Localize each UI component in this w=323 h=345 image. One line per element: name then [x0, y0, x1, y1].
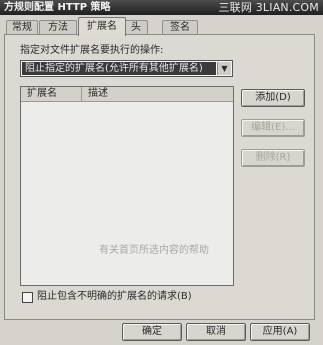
ok-button[interactable]: 确定	[122, 323, 182, 341]
tab-methods[interactable]: 方法	[39, 20, 77, 35]
column-header-extension[interactable]: 扩展名	[21, 87, 82, 101]
site-watermark: 三联网 3LIAN.COM	[218, 1, 319, 14]
extensions-list[interactable]: 扩展名 描述 有关首页所选内容的帮助	[20, 86, 234, 286]
add-button[interactable]: 添加(D)	[241, 89, 305, 107]
title-bar: 方规则配置 HTTP 策略 三联网 3LIAN.COM	[0, 0, 323, 15]
extension-action-dropdown[interactable]: 阻止指定的扩展名(允许所有其他扩展名) ▼	[20, 60, 233, 77]
column-header-description[interactable]: 描述	[82, 87, 228, 101]
tab-general[interactable]: 常规	[6, 20, 38, 35]
chevron-down-icon[interactable]: ▼	[217, 62, 231, 75]
instruction-text: 指定对文件扩展名要执行的操作:	[20, 45, 164, 56]
tab-headers[interactable]: 头	[124, 20, 148, 35]
block-ambiguous-checkbox[interactable]	[22, 292, 33, 303]
dropdown-selected-value: 阻止指定的扩展名(允许所有其他扩展名)	[22, 62, 216, 75]
edit-button[interactable]: 编辑(E)...	[241, 119, 305, 137]
tab-extensions[interactable]: 扩展名	[78, 17, 126, 36]
tab-signatures[interactable]: 签名	[162, 20, 198, 35]
list-header: 扩展名 描述	[21, 87, 233, 102]
delete-button[interactable]: 删除(R)	[241, 149, 305, 167]
list-ghost-text: 有关首页所选内容的帮助	[99, 245, 209, 256]
cancel-button[interactable]: 取消	[186, 323, 246, 341]
window-title: 方规则配置 HTTP 策略	[4, 2, 111, 13]
block-ambiguous-label: 阻止包含不明确的扩展名的请求(B)	[37, 291, 192, 302]
tab-strip: 常规 方法 扩展名 头 签名	[0, 15, 323, 36]
apply-button[interactable]: 应用(A)	[250, 323, 310, 341]
